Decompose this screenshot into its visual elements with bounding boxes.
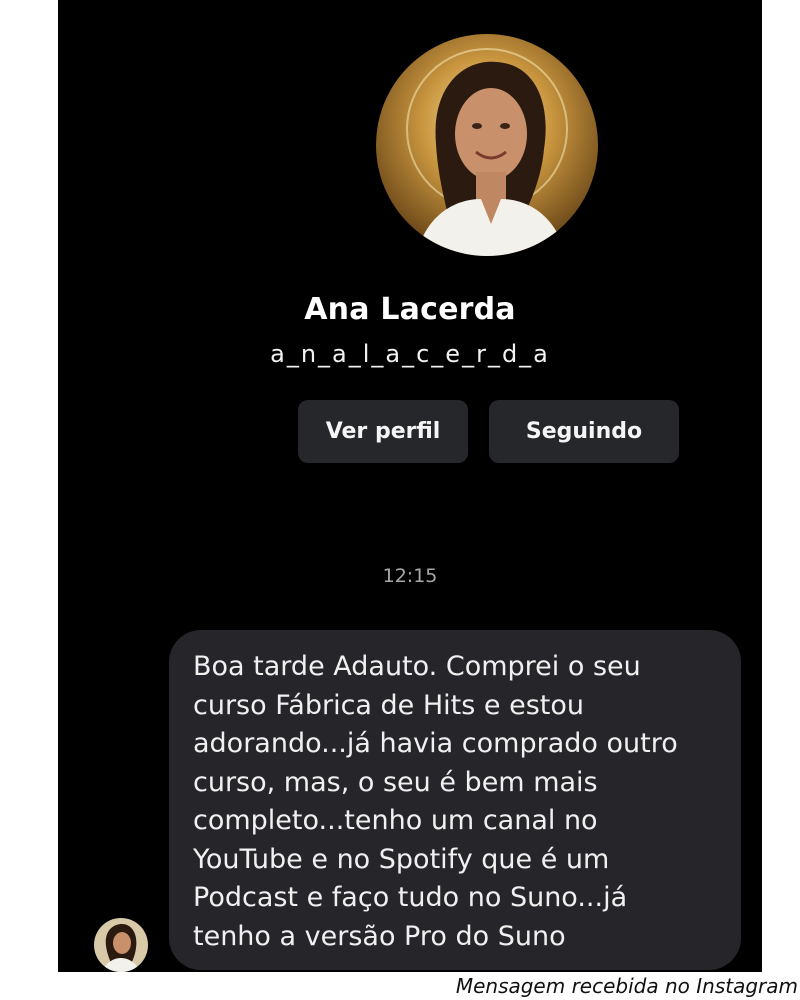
message-line: adorando...já havia comprado outro — [193, 728, 678, 759]
message-line: Podcast e faço tudo no Suno...já — [193, 882, 628, 913]
message-timestamp: 12:15 — [382, 565, 438, 587]
profile-avatar[interactable] — [376, 34, 598, 256]
profile-name: Ana Lacerda — [304, 292, 516, 327]
profile-username: a_n_a_l_a_c_e_r_d_a — [270, 340, 550, 368]
dm-screen: Ana Lacerda a_n_a_l_a_c_e_r_d_a Ver perf… — [58, 0, 762, 972]
view-profile-button[interactable]: Ver perfil — [298, 400, 468, 463]
image-caption: Mensagem recebida no Instagram — [455, 974, 798, 998]
message-line: tenho a versão Pro do Suno — [193, 920, 566, 952]
following-button[interactable]: Seguindo — [489, 400, 679, 463]
message-line: curso Fábrica de Hits e estou — [193, 689, 584, 721]
sender-avatar[interactable] — [94, 918, 148, 972]
message-bubble[interactable]: Boa tarde Adauto. Comprei o seu curso Fá… — [169, 630, 741, 970]
message-line: curso, mas, o seu é bem mais — [193, 766, 598, 798]
message-line: completo...tenho um canal no — [193, 805, 598, 836]
message-line: Boa tarde Adauto. Comprei o seu — [193, 651, 641, 682]
message-line: YouTube e no Spotify que é um — [193, 843, 610, 875]
